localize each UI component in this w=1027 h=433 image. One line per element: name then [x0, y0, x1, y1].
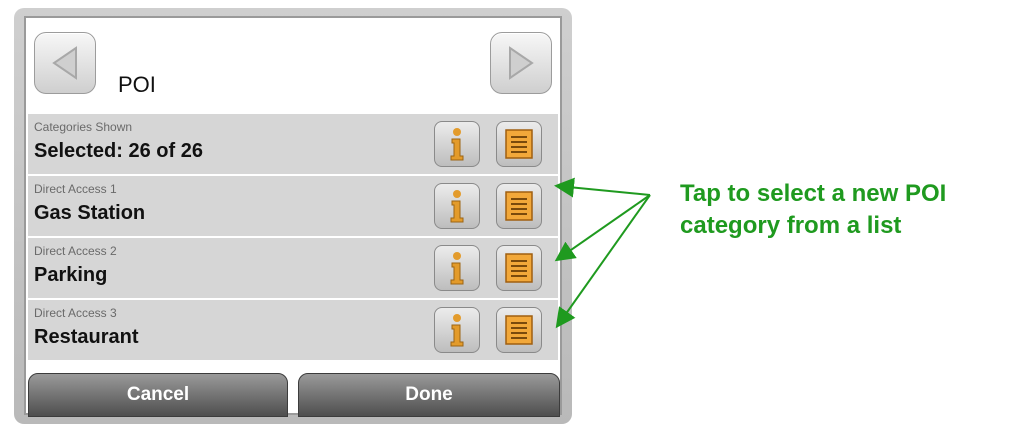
- arrow-line-2: [554, 194, 651, 262]
- arrow-line-1: [554, 177, 651, 198]
- annotation-callout: Tap to select a new POI category from a …: [680, 178, 946, 242]
- arrow-line-3: [555, 194, 651, 329]
- annotation-line-1: Tap to select a new POI: [680, 180, 947, 207]
- annotation-line-2: category from a list: [680, 212, 902, 239]
